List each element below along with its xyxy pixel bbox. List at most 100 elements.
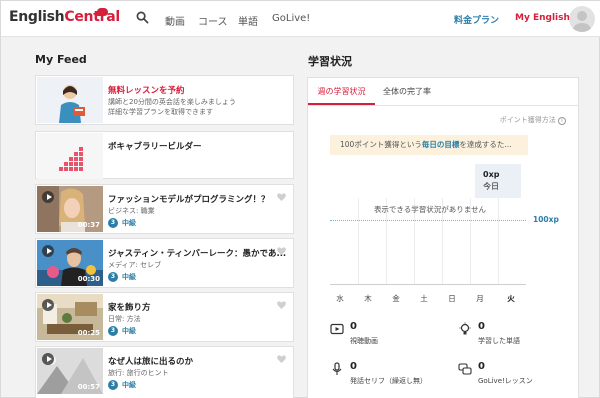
day-label: 日 — [448, 294, 456, 303]
video-thumbnail: 00:37 — [37, 186, 103, 232]
nav-courses[interactable]: コース — [198, 13, 228, 28]
vocabulary-chart-illustration — [37, 133, 103, 179]
microphone-icon — [332, 362, 342, 375]
video-card[interactable]: 00:37 ファッションモデルがプログラミング！？ ビジネス: 職業 3 中級 — [35, 184, 294, 234]
goal-text: 100ポイント獲得という — [340, 140, 422, 149]
lines-spoken-value: 0 — [350, 361, 357, 372]
level-label: 中級 — [122, 273, 136, 281]
day-label: 水 — [336, 294, 344, 303]
video-title: ファッションモデルがプログラミング！？ — [108, 195, 270, 205]
day-label: 木 — [364, 294, 372, 303]
level-number: 3 — [108, 218, 118, 228]
golive-lessons-value: 0 — [478, 361, 485, 372]
video-thumbnail: 00:57 — [37, 348, 103, 394]
play-icon[interactable] — [42, 353, 54, 365]
tab-overall[interactable]: 全体の完了率 — [383, 78, 431, 105]
pricing-link[interactable]: 料金プラン — [454, 13, 499, 26]
play-icon[interactable] — [42, 191, 54, 203]
chat-bubbles-icon — [458, 363, 472, 375]
points-help-link[interactable]: ポイント獲得方法 i — [500, 115, 566, 125]
golive-lessons-label: GoLive!レッスン — [478, 377, 533, 385]
play-icon[interactable] — [42, 245, 54, 257]
video-duration: 00:37 — [77, 221, 100, 229]
level-badge: 3 中級 — [108, 326, 136, 336]
day-label-today: 火 — [507, 294, 515, 303]
video-category: 旅行: 旅行のヒント — [108, 369, 169, 377]
no-data-message: 表示できる学習状況がありません — [373, 205, 487, 214]
video-card[interactable]: 00:25 家を飾り方 日常: 方法 3 中級 — [35, 292, 294, 342]
points-help-label: ポイント獲得方法 — [499, 116, 556, 124]
goal-value-label: 100xp — [533, 215, 559, 224]
videos-watched-value: 0 — [350, 321, 357, 332]
level-number: 3 — [108, 380, 118, 390]
learning-stats-panel: 週の学習状況 全体の完了率 ポイント獲得方法 i 100ポイント獲得という毎日の… — [307, 77, 579, 398]
level-number: 3 — [108, 326, 118, 336]
nav-words[interactable]: 単語 — [238, 13, 258, 28]
day-label: 土 — [420, 294, 428, 303]
lines-spoken-label: 発話セリフ（繰返し無） — [350, 377, 427, 385]
heart-icon[interactable] — [277, 247, 286, 255]
logo-text-central: Central — [64, 9, 120, 25]
avatar[interactable] — [569, 6, 595, 32]
heart-icon[interactable] — [277, 355, 286, 363]
words-learned-value: 0 — [478, 321, 485, 332]
words-learned-label: 学習した単語 — [478, 337, 520, 345]
info-icon: i — [558, 117, 566, 125]
logo-text-english: English — [9, 9, 65, 25]
day-label: 月 — [476, 294, 484, 303]
video-duration: 00:57 — [77, 383, 100, 391]
heart-icon[interactable] — [277, 193, 286, 201]
day-label: 金 — [392, 294, 400, 303]
video-thumbnail: 00:30 — [37, 240, 103, 286]
promo-subtitle: 講師と20分間の英会話を楽しみましょう — [108, 98, 236, 106]
video-title: ジャスティン・ティンバーレーク：愚かであ... — [108, 249, 287, 259]
logo-bubble-icon — [97, 8, 108, 16]
video-card[interactable]: 00:30 ジャスティン・ティンバーレーク：愚かであ... メディア: セレブ … — [35, 238, 294, 288]
search-icon[interactable] — [136, 11, 149, 24]
tab-weekly[interactable]: 週の学習状況 — [308, 78, 375, 105]
nav-videos[interactable]: 動画 — [165, 13, 185, 28]
promo-subtitle: 詳細な学習プランを取得できます — [108, 108, 213, 116]
vocabulary-builder-card[interactable]: ボキャブラリービルダー — [35, 131, 294, 179]
daily-goal-banner[interactable]: 100ポイント獲得という毎日の目標を達成するた... — [330, 135, 528, 155]
level-label: 中級 — [122, 381, 136, 389]
videos-watched-label: 視聴動画 — [350, 337, 378, 345]
level-label: 中級 — [122, 327, 136, 335]
video-title: 家を飾り方 — [108, 303, 151, 313]
play-icon[interactable] — [42, 299, 54, 311]
level-badge: 3 中級 — [108, 218, 136, 228]
video-title: なぜ人は旅に出るのか — [108, 357, 194, 367]
app-frame: EnglishCentral 動画 コース 単語 GoLive! 料金プラン M… — [0, 0, 600, 398]
lightbulb-icon — [459, 322, 471, 335]
today-xp-box: 0xp 今日 — [475, 164, 521, 198]
level-label: 中級 — [122, 219, 136, 227]
video-category: メディア: セレブ — [108, 261, 162, 269]
today-xp-value: 0xp — [483, 170, 500, 179]
tab-divider — [308, 105, 578, 106]
goal-highlight: 毎日の目標 — [421, 140, 460, 149]
level-badge: 3 中級 — [108, 272, 136, 282]
video-category: 日常: 方法 — [108, 315, 141, 323]
video-card[interactable]: 00:57 なぜ人は旅に出るのか 旅行: 旅行のヒント 3 中級 — [35, 346, 294, 398]
feed-title: My Feed — [35, 53, 87, 66]
nav-golive[interactable]: GoLive! — [272, 13, 310, 24]
video-duration: 00:25 — [77, 329, 100, 337]
video-thumbnail: 00:25 — [37, 294, 103, 340]
video-icon — [330, 323, 344, 335]
goal-line — [330, 220, 526, 221]
goal-text: を達成するた... — [459, 140, 512, 149]
level-badge: 3 中級 — [108, 380, 136, 390]
teacher-illustration — [37, 77, 103, 123]
video-duration: 00:30 — [77, 275, 100, 283]
chart-axis — [330, 284, 526, 285]
promo-title: ボキャブラリービルダー — [108, 142, 202, 152]
user-silhouette-icon — [573, 11, 591, 32]
heart-icon[interactable] — [277, 301, 286, 309]
top-bar: EnglishCentral 動画 コース 単語 GoLive! 料金プラン M… — [1, 1, 600, 37]
today-xp-label: 今日 — [483, 182, 499, 191]
promo-title: 無料レッスンを予約 — [108, 86, 185, 96]
free-lesson-card[interactable]: 無料レッスンを予約 講師と20分間の英会話を楽しみましょう 詳細な学習プランを取… — [35, 75, 294, 125]
my-english-link[interactable]: My English — [515, 13, 570, 23]
video-category: ビジネス: 職業 — [108, 207, 155, 215]
stats-title: 学習状況 — [308, 55, 352, 68]
